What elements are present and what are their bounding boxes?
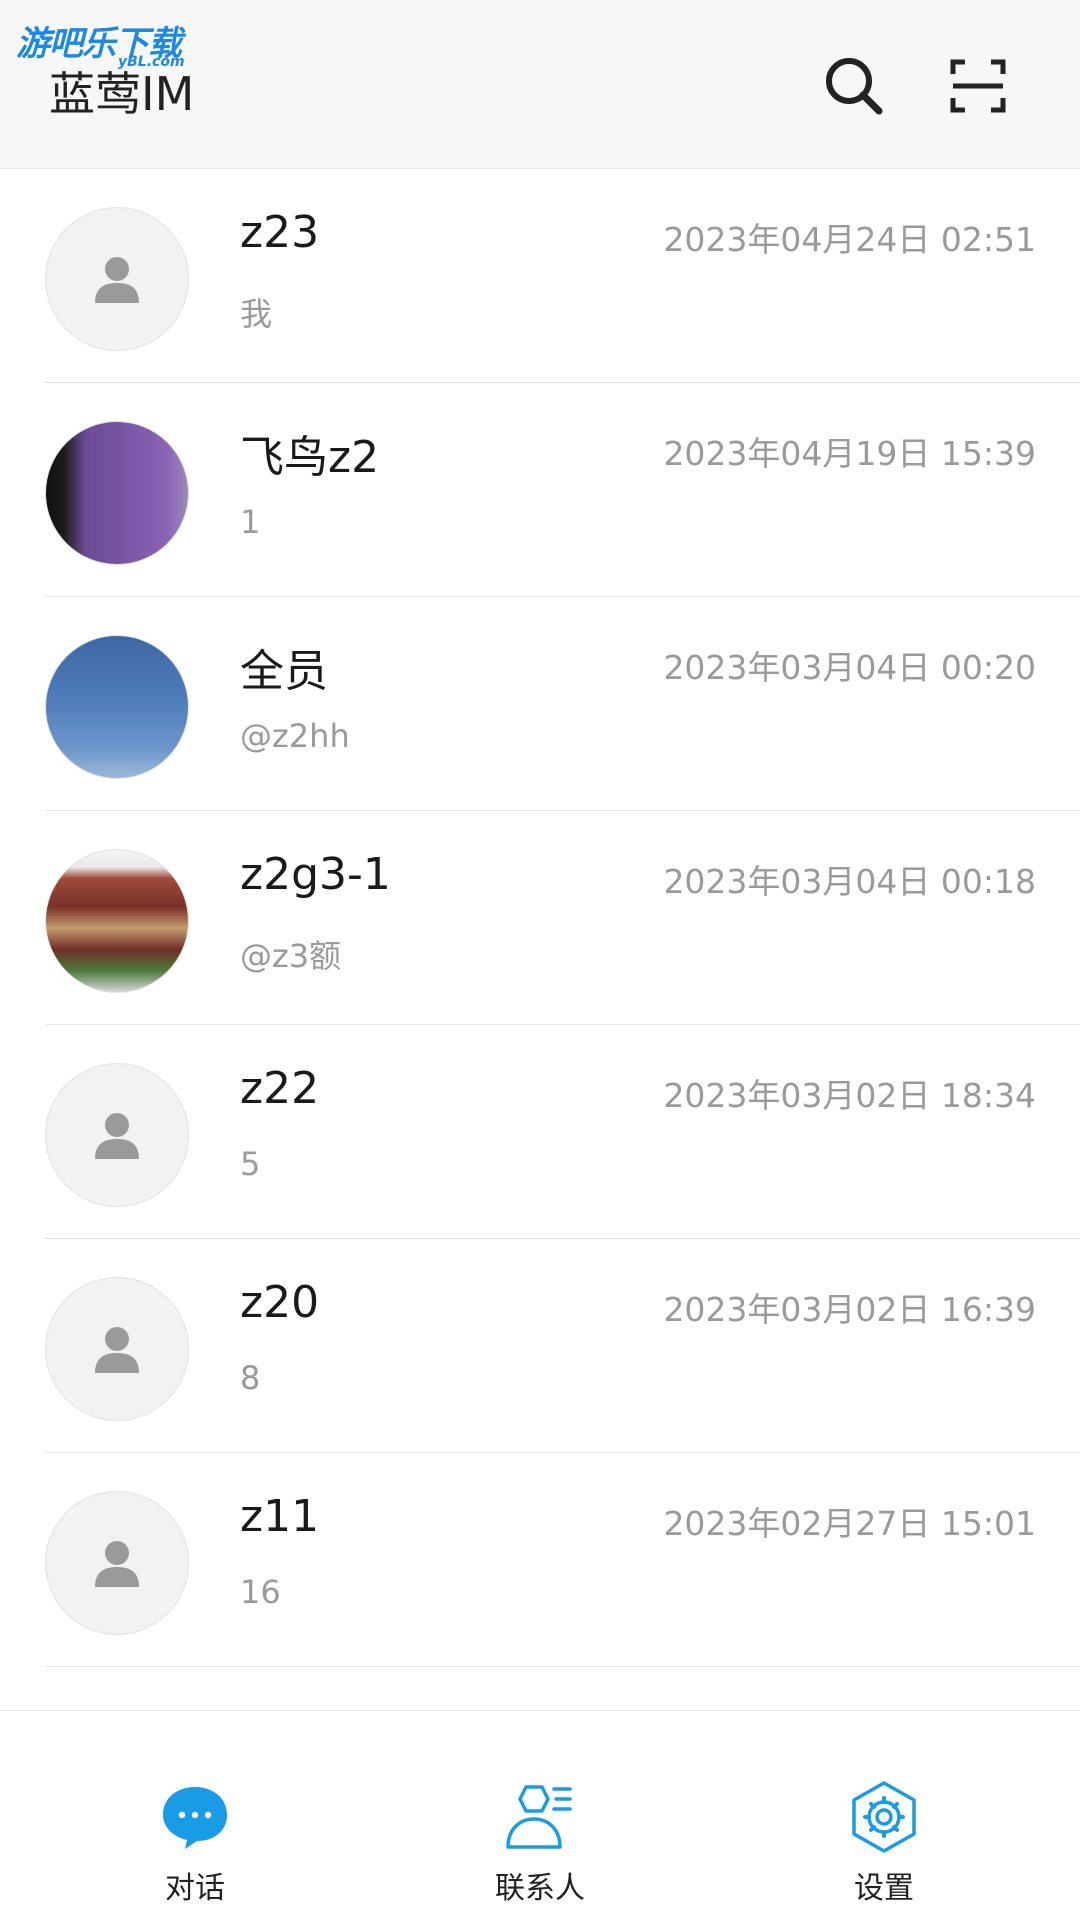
search-button[interactable]: [816, 48, 892, 124]
conversation-name: z20: [240, 1277, 320, 1328]
conversation-row[interactable]: z20 2023年03月02日 16:39 8: [0, 1239, 1080, 1453]
conversation-name: z23: [240, 207, 320, 258]
conversation-time: 2023年02月27日 15:01: [663, 1504, 1036, 1543]
conversation-preview: 我: [240, 295, 273, 333]
avatar[interactable]: [45, 1491, 189, 1635]
tab-settings[interactable]: 设置: [784, 1711, 984, 1920]
tab-chat-label: 对话: [165, 1871, 225, 1906]
scan-icon: [950, 59, 1006, 113]
conversation-preview: 8: [240, 1359, 261, 1397]
conversation-time: 2023年03月04日 00:18: [663, 862, 1036, 901]
conversation-row[interactable]: 飞鸟z2 2023年04月19日 15:39 1: [0, 383, 1080, 597]
avatar[interactable]: [45, 849, 189, 993]
conversation-time: 2023年03月02日 16:39: [663, 1290, 1036, 1329]
avatar[interactable]: [45, 1063, 189, 1207]
conversation-time: 2023年03月04日 00:20: [663, 648, 1036, 687]
conversation-name: z2g3-1: [240, 849, 391, 900]
conversation-time: 2023年04月19日 15:39: [663, 434, 1036, 473]
conversation-preview: 5: [240, 1145, 261, 1183]
conversation-preview: @z2hh: [240, 717, 350, 755]
default-user-icon: [95, 257, 139, 303]
app-root: 游吧乐下载 yBL.com 蓝莺IM z23 2023年04月24日 02:51…: [0, 0, 1080, 1920]
tab-settings-label: 设置: [854, 1871, 914, 1906]
contacts-icon: [502, 1779, 578, 1855]
search-icon: [826, 58, 883, 115]
conversation-preview: @z3额: [240, 937, 342, 975]
avatar[interactable]: [45, 1277, 189, 1421]
top-bar: 游吧乐下载 yBL.com 蓝莺IM: [0, 0, 1080, 169]
conversation-name: z11: [240, 1491, 320, 1542]
conversation-row[interactable]: z2g3-1 2023年03月04日 00:18 @z3额: [0, 811, 1080, 1025]
tab-contacts[interactable]: 联系人: [440, 1711, 640, 1920]
avatar[interactable]: [45, 635, 189, 779]
tab-contacts-label: 联系人: [495, 1871, 585, 1906]
conversation-name: 飞鸟z2: [240, 432, 380, 483]
conversation-preview: 1: [240, 503, 261, 541]
conversation-row[interactable]: z11 2023年02月27日 15:01 16: [0, 1453, 1080, 1667]
avatar[interactable]: [45, 207, 189, 351]
conversation-name: z22: [240, 1063, 320, 1114]
default-user-icon: [95, 1541, 139, 1587]
default-user-icon: [95, 1113, 139, 1159]
bottom-tab-bar: 对话 联系人 设置: [0, 1710, 1080, 1920]
conversation-time: 2023年04月24日 02:51: [663, 220, 1036, 259]
conversation-row[interactable]: 全员 2023年03月04日 00:20 @z2hh: [0, 597, 1080, 811]
conversation-preview: 16: [240, 1573, 281, 1611]
avatar[interactable]: [45, 421, 189, 565]
conversation-time: 2023年03月02日 18:34: [663, 1076, 1036, 1115]
settings-gear-icon: [846, 1779, 922, 1855]
conversation-list: z23 2023年04月24日 02:51 我 飞鸟z2 2023年04月19日…: [0, 169, 1080, 1667]
default-user-icon: [95, 1327, 139, 1373]
conversation-row[interactable]: z23 2023年04月24日 02:51 我: [0, 169, 1080, 383]
chat-bubble-icon: [157, 1779, 233, 1855]
conversation-name: 全员: [240, 646, 328, 697]
conversation-row[interactable]: z22 2023年03月02日 18:34 5: [0, 1025, 1080, 1239]
app-title: 蓝莺IM: [49, 67, 195, 121]
tab-chat[interactable]: 对话: [95, 1711, 295, 1920]
scan-button[interactable]: [940, 48, 1016, 124]
